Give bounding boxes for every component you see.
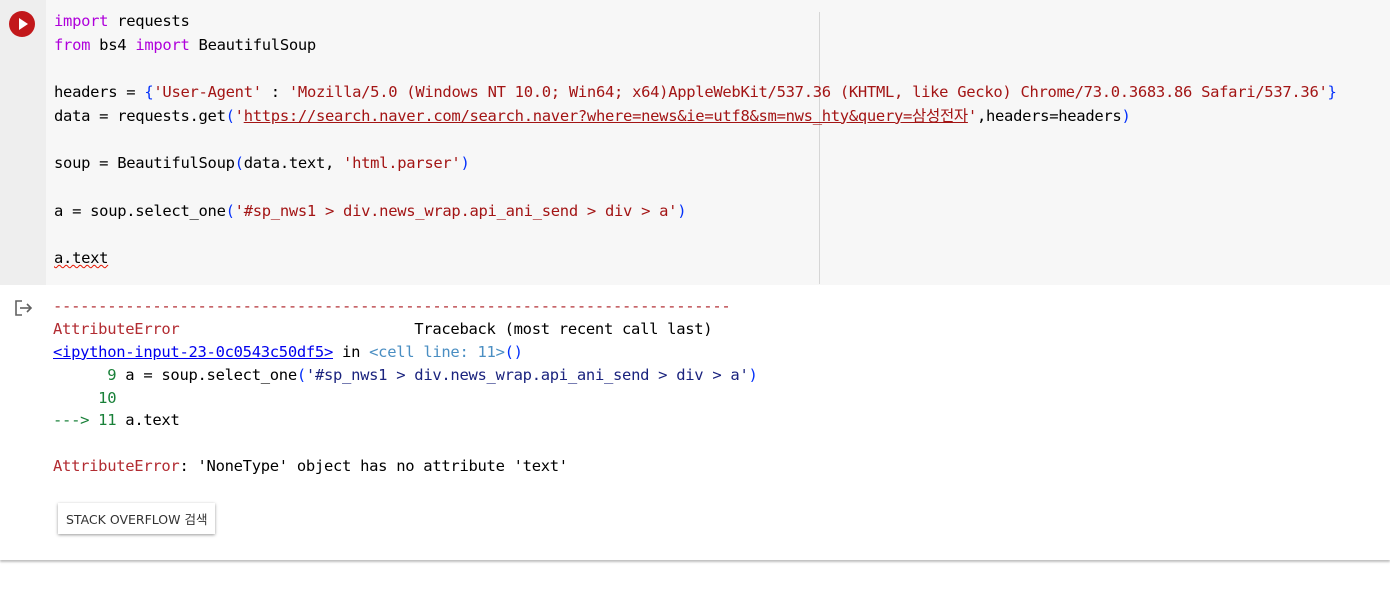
output-redirect-icon[interactable] — [13, 298, 35, 318]
code-text[interactable]: import requests from bs4 import Beautiful… — [54, 10, 1337, 271]
code-line-1: import requests — [54, 12, 190, 30]
traceback-line-10: 10 — [53, 388, 117, 407]
run-cell-button[interactable] — [9, 11, 35, 37]
code-line-7: soup = BeautifulSoup(data.text, 'html.pa… — [54, 154, 470, 173]
traceback-location-line: <ipython-input-23-0c0543c50df5> in <cell… — [53, 342, 523, 361]
code-line-11: a.text — [54, 247, 1337, 271]
final-error-line: AttributeError: 'NoneType' object has no… — [53, 457, 568, 476]
cell-gutter — [0, 0, 46, 285]
traceback-separator: ----------------------------------------… — [53, 297, 731, 315]
code-line-4: headers = {'User-Agent' : 'Mozilla/5.0 (… — [54, 83, 1337, 102]
play-icon — [19, 18, 28, 30]
url-link[interactable]: https://search.naver.com/search.naver?wh… — [244, 107, 969, 125]
code-line-5: data = requests.get('https://search.nave… — [54, 106, 1131, 125]
error-output: ----------------------------------------… — [53, 295, 758, 478]
stack-overflow-search-button[interactable]: STACK OVERFLOW 검색 — [58, 503, 216, 534]
error-squiggle-text: a.text — [54, 248, 109, 267]
traceback-line-11: ---> 11 a.text — [53, 411, 180, 430]
traceback-header-line: AttributeError Traceback (most recent ca… — [53, 319, 713, 338]
code-cell: import requests from bs4 import Beautiful… — [0, 0, 1390, 560]
ipython-input-link[interactable]: <ipython-input-23-0c0543c50df5> — [53, 343, 333, 361]
code-line-2: from bs4 import BeautifulSoup — [54, 35, 316, 54]
traceback-line-9: 9 a = soup.select_one('#sp_nws1 > div.ne… — [53, 365, 758, 384]
code-line-9: a = soup.select_one('#sp_nws1 > div.news… — [54, 201, 687, 220]
